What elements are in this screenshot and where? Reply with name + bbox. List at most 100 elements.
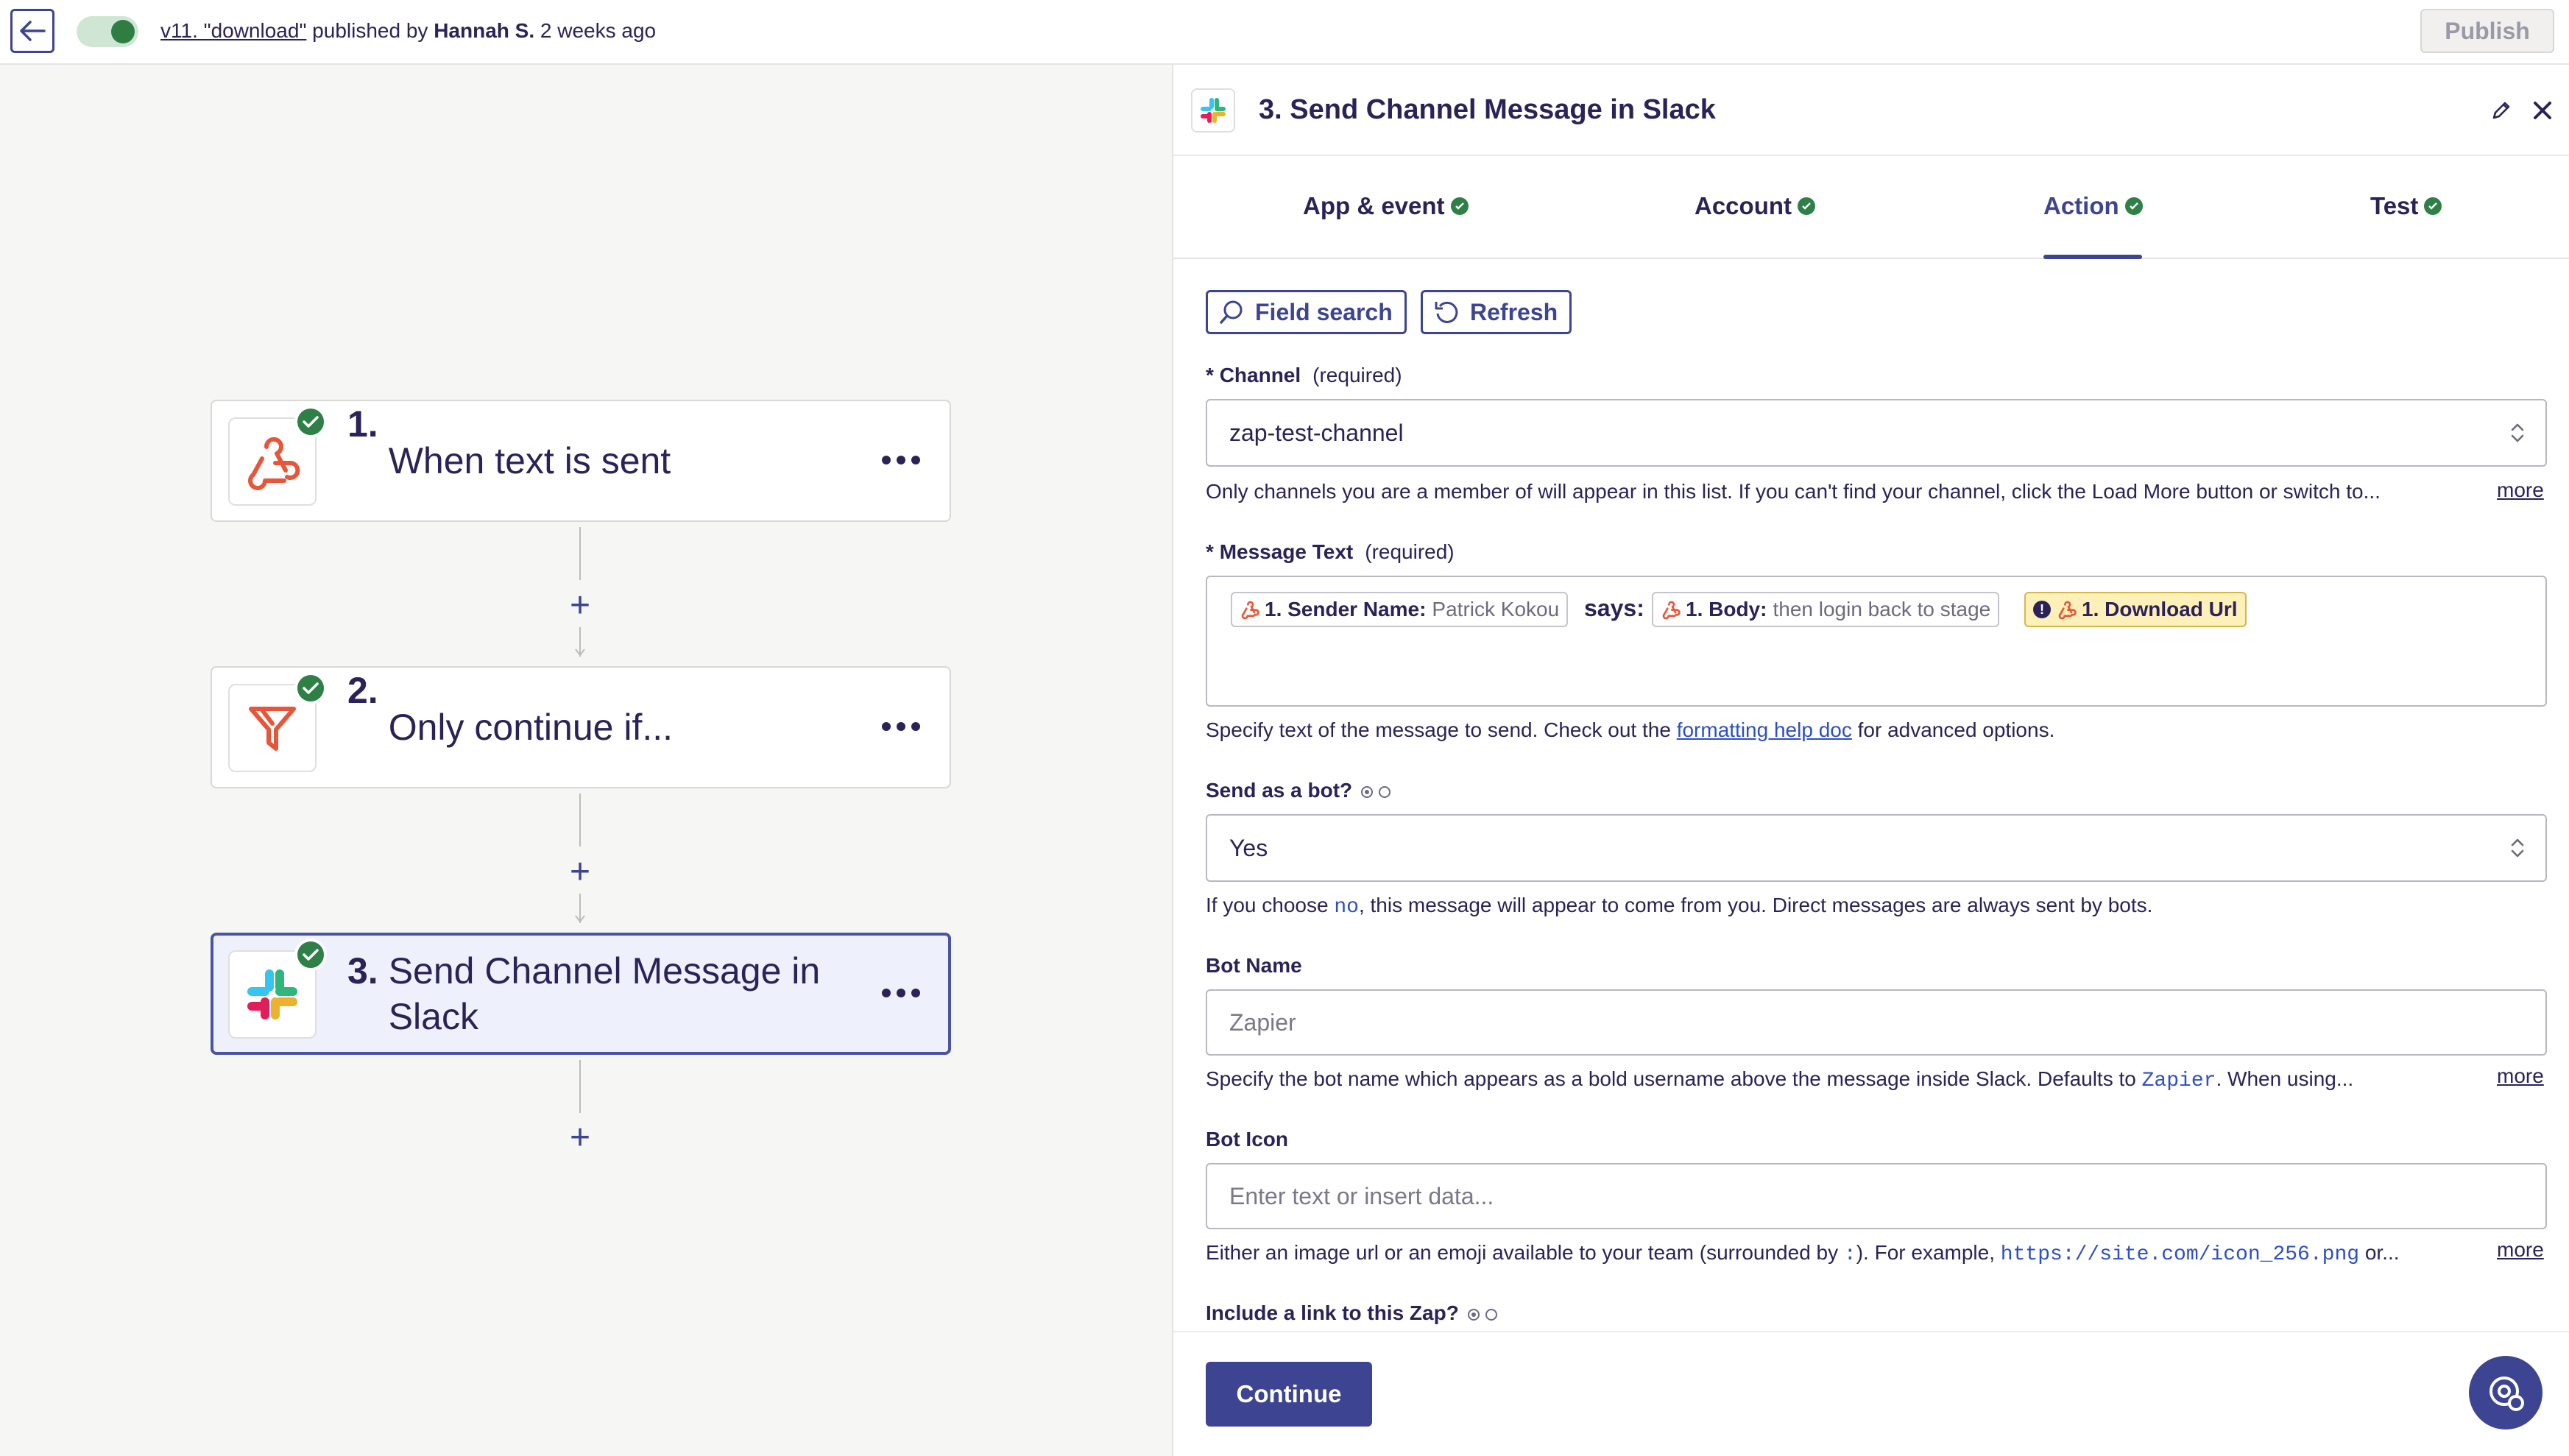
channel-more-link[interactable]: more bbox=[2497, 477, 2544, 503]
tab-app-event[interactable]: App & event bbox=[1303, 184, 1469, 228]
version-link[interactable]: v11. "download" bbox=[160, 19, 306, 42]
panel-header: 3. Send Channel Message in Slack bbox=[1173, 65, 2569, 156]
step-editor-panel: 3. Send Channel Message in Slack App & e… bbox=[1172, 65, 2569, 1456]
step-menu-icon[interactable] bbox=[882, 444, 920, 476]
zap-on-toggle[interactable] bbox=[77, 16, 138, 47]
top-bar: v11. "download" published by Hannah S. 2… bbox=[0, 0, 2569, 65]
bot-icon-more-link[interactable]: more bbox=[2497, 1237, 2544, 1263]
chevron-up-down-icon bbox=[2511, 423, 2524, 442]
bot-name-input[interactable]: Zapier bbox=[1206, 989, 2547, 1056]
bot-icon-input[interactable]: Enter text or insert data... bbox=[1206, 1163, 2547, 1229]
refresh-label: Refresh bbox=[1470, 298, 1558, 325]
step-name: Send Channel Message in Slack bbox=[388, 950, 821, 1037]
tab-label: Test bbox=[2370, 192, 2419, 219]
message-text-input[interactable]: 1. Sender Name: Patrick Kokou says: 1. Bo… bbox=[1206, 576, 2547, 707]
required-text: (required) bbox=[1365, 540, 1455, 563]
publish-button[interactable]: Publish bbox=[2420, 9, 2554, 53]
help-text: for advanced options. bbox=[1851, 718, 2055, 741]
channel-value: zap-test-channel bbox=[1229, 419, 1404, 446]
send-as-bot-select[interactable]: Yes bbox=[1206, 814, 2547, 882]
download-url-pill[interactable]: ! 1. Download Url bbox=[2024, 592, 2247, 627]
pill-value: then login back to stage bbox=[1773, 598, 1991, 621]
body-pill[interactable]: 1. Body: then login back to stage bbox=[1652, 592, 2000, 627]
add-step-plus-icon[interactable]: + bbox=[565, 588, 595, 623]
step-name: When text is sent bbox=[388, 440, 671, 481]
channel-label: * Channel (required) bbox=[1206, 364, 1402, 386]
step-card-2[interactable]: 2. Only continue if... bbox=[211, 666, 951, 788]
help-text: Specify text of the message to send. Che… bbox=[1206, 718, 1677, 741]
continue-button[interactable]: Continue bbox=[1206, 1362, 1372, 1427]
message-text-label: * Message Text (required) bbox=[1206, 540, 1455, 563]
webhook-icon bbox=[248, 437, 300, 490]
step-card-1[interactable]: 1. When text is sent bbox=[211, 400, 951, 522]
field-search-label: Field search bbox=[1255, 298, 1393, 325]
version-info: v11. "download" published by Hannah S. 2… bbox=[160, 16, 656, 46]
pill-key: 1. Sender Name: bbox=[1265, 598, 1427, 621]
radio-off-icon[interactable] bbox=[1485, 1308, 1497, 1321]
channel-help: Only channels you are a member of will a… bbox=[1206, 480, 2381, 503]
radio-on-icon[interactable] bbox=[1467, 1308, 1480, 1321]
arrow-left-icon bbox=[20, 21, 46, 41]
step-menu-icon[interactable] bbox=[882, 710, 920, 743]
step-menu-icon[interactable] bbox=[882, 977, 920, 1009]
panel-footer bbox=[1173, 1331, 2569, 1456]
pencil-icon[interactable] bbox=[2488, 97, 2515, 124]
step-complete-check-icon bbox=[294, 939, 327, 971]
refresh-icon bbox=[1435, 301, 1458, 323]
tab-test[interactable]: Test bbox=[2370, 184, 2442, 228]
channel-select[interactable]: zap-test-channel bbox=[1206, 399, 2547, 467]
field-search-button[interactable]: Field search bbox=[1206, 290, 1407, 334]
radio-on-icon[interactable] bbox=[1361, 785, 1374, 798]
connector-line bbox=[579, 1060, 581, 1113]
bot-name-help: Specify the bot name which appears as a … bbox=[1206, 1066, 2457, 1095]
check-circle-icon bbox=[2424, 197, 2442, 215]
sender-name-pill[interactable]: 1. Sender Name: Patrick Kokou bbox=[1231, 592, 1569, 627]
connector-line bbox=[579, 794, 581, 847]
bot-name-more-link[interactable]: more bbox=[2497, 1063, 2544, 1089]
panel-slack-icon-box bbox=[1191, 88, 1235, 132]
bot-help: If you choose no, this message will appe… bbox=[1206, 892, 2457, 921]
include-link-label-text: Include a link to this Zap? bbox=[1206, 1301, 1459, 1324]
radio-off-icon[interactable] bbox=[1379, 785, 1391, 798]
webhook-icon bbox=[1662, 601, 1681, 620]
tab-action[interactable]: Action bbox=[2043, 184, 2143, 228]
help-code: Zapier bbox=[2141, 1070, 2216, 1092]
time-ago: 2 weeks ago bbox=[534, 19, 657, 42]
author-name: Hannah S. bbox=[434, 19, 535, 42]
help-code: https://site.com/icon_256.png bbox=[2000, 1243, 2360, 1266]
step-complete-check-icon bbox=[294, 406, 327, 438]
add-step-plus-icon[interactable]: + bbox=[565, 855, 595, 890]
help-text: or... bbox=[2359, 1241, 2400, 1264]
back-button[interactable] bbox=[10, 9, 54, 53]
toggle-knob bbox=[111, 20, 135, 43]
step-complete-check-icon bbox=[294, 672, 327, 704]
help-text: Specify the bot name which appears as a … bbox=[1206, 1067, 2142, 1090]
step-number: 3. bbox=[347, 950, 378, 992]
step-card-3[interactable]: 3. Send Channel Message in Slack bbox=[211, 933, 951, 1055]
pill-key: 1. Body: bbox=[1686, 598, 1767, 621]
send-as-bot-label: Send as a bot? bbox=[1206, 777, 1391, 804]
help-text: , this message will appear to come from … bbox=[1358, 894, 2153, 916]
connector-line bbox=[579, 527, 581, 580]
check-circle-icon bbox=[1450, 197, 1469, 215]
close-icon[interactable] bbox=[2528, 96, 2557, 125]
bot-icon-help: Either an image url or an emoji availabl… bbox=[1206, 1240, 2457, 1268]
webhook-icon bbox=[2058, 601, 2077, 620]
published-by-text: published by bbox=[306, 19, 434, 42]
support-chat-button[interactable] bbox=[2469, 1356, 2543, 1430]
check-circle-icon bbox=[1798, 197, 1815, 215]
step-number: 1. bbox=[347, 403, 378, 445]
message-help: Specify text of the message to send. Che… bbox=[1206, 717, 2457, 743]
tab-label: App & event bbox=[1303, 192, 1445, 219]
help-text: If you choose bbox=[1206, 894, 1335, 916]
tab-label: Account bbox=[1695, 192, 1792, 219]
chevron-up-down-icon bbox=[2511, 838, 2524, 858]
help-code: no bbox=[1334, 896, 1359, 919]
message-label-text: Message Text bbox=[1219, 540, 1354, 563]
refresh-button[interactable]: Refresh bbox=[1421, 290, 1572, 334]
step-title: 2. Only continue if... bbox=[347, 668, 833, 787]
step-number: 2. bbox=[347, 670, 378, 711]
formatting-help-link[interactable]: formatting help doc bbox=[1677, 718, 1852, 741]
tab-account[interactable]: Account bbox=[1695, 184, 1815, 228]
add-step-plus-icon[interactable]: + bbox=[565, 1120, 595, 1156]
